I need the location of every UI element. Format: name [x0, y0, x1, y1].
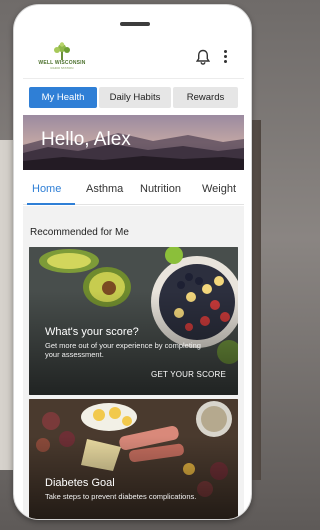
greeting-banner: Hello, Alex [23, 115, 244, 170]
score-card[interactable]: What's your score? Get more out of your … [29, 247, 238, 395]
segment-daily-habits[interactable]: Daily Habits [99, 87, 171, 108]
diabetes-card-title: Diabetes Goal [45, 477, 115, 489]
active-tab-indicator [27, 203, 75, 205]
score-card-title: What's your score? [45, 326, 139, 338]
logo-tree-icon [54, 42, 70, 60]
score-card-description: Get more out of your experience by compl… [45, 341, 201, 359]
diabetes-goal-card[interactable]: Diabetes Goal Take steps to prevent diab… [29, 399, 238, 519]
more-vertical-icon[interactable] [221, 49, 229, 65]
bell-icon[interactable] [195, 49, 211, 65]
tab-asthma[interactable]: Asthma [86, 183, 123, 195]
tab-home[interactable]: Home [32, 183, 61, 195]
home-content: Recommended for Me What's your score? Ge… [23, 206, 244, 519]
app-screen: WELL WISCONSIN RADIO STATION My Health D… [23, 35, 244, 519]
greeting-text: Hello, Alex [41, 129, 131, 150]
diabetes-card-description: Take steps to prevent diabetes complicat… [45, 492, 197, 501]
tab-nutrition[interactable]: Nutrition [140, 183, 181, 195]
tab-weight[interactable]: Weight [202, 183, 236, 195]
section-heading: Recommended for Me [30, 227, 129, 238]
phone-speaker [120, 22, 150, 26]
logo-tagline: RADIO STATION [50, 66, 74, 70]
app-logo[interactable]: WELL WISCONSIN RADIO STATION [31, 42, 93, 74]
phone-frame: WELL WISCONSIN RADIO STATION My Health D… [13, 4, 252, 520]
segment-rewards[interactable]: Rewards [173, 87, 238, 108]
app-header: WELL WISCONSIN RADIO STATION [23, 35, 244, 79]
segment-my-health[interactable]: My Health [29, 87, 97, 108]
get-score-link[interactable]: GET YOUR SCORE [151, 370, 226, 379]
topic-tabs: Home Asthma Nutrition Weight [23, 175, 244, 205]
section-switcher: My Health Daily Habits Rewards [29, 87, 238, 108]
